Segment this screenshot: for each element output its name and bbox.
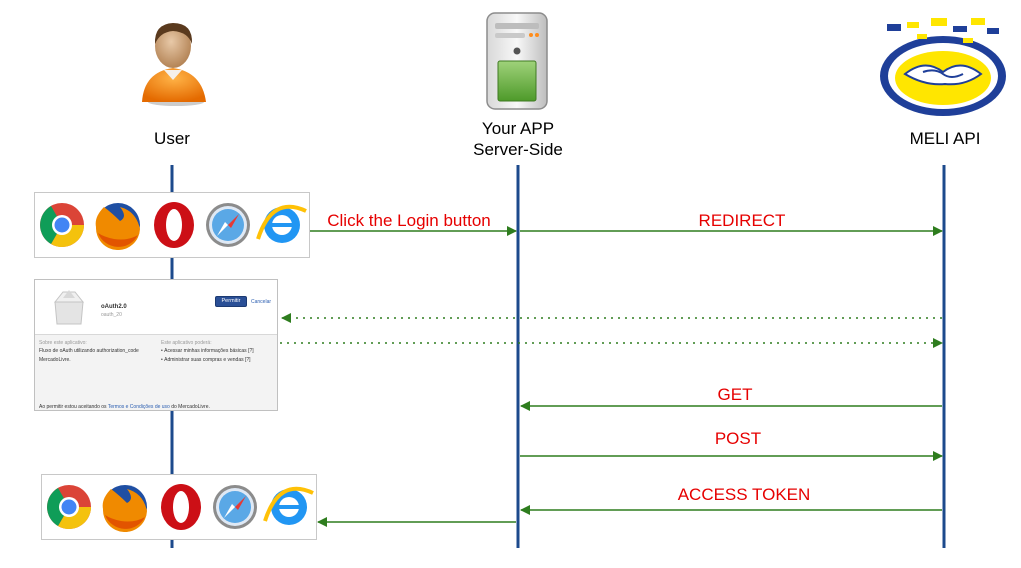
ie-icon	[263, 486, 314, 525]
browsers-row-top	[38, 200, 308, 250]
opera-icon	[161, 484, 201, 530]
about-heading: Sobre este aplicativo:	[39, 340, 87, 346]
app-actor-label: Your APP Server-Side	[448, 118, 588, 160]
server-icon	[484, 11, 550, 111]
chrome-icon	[40, 203, 84, 247]
terms-link[interactable]: Termos e Condições de uso	[108, 404, 170, 410]
allow-button-label: Permitir	[221, 298, 241, 304]
about-text-1: Fluxo de oAuth utilizando authorization_…	[39, 348, 139, 354]
user-actor-label: User	[154, 129, 190, 148]
app-name: oAuth2.0	[101, 304, 127, 310]
post-label: POST	[714, 429, 762, 448]
click-login-label: Click the Login button	[327, 211, 491, 230]
browsers-row-bottom	[45, 482, 315, 532]
mercadolibre-logo-icon	[875, 12, 1011, 122]
permissions-heading: Este aplicativo poderá:	[161, 340, 212, 346]
app-actor-label-line2: Server-Side	[473, 140, 563, 159]
permission-item-1: • Acessar minhas informações básicas [?]	[161, 348, 254, 354]
get-label: GET	[717, 385, 753, 404]
terms-prefix: Ao permitir estou aceitando os	[39, 404, 107, 410]
terms-footer: Ao permitir estou aceitando os Termos e …	[39, 404, 210, 410]
opera-icon	[154, 202, 194, 248]
api-actor-label: MELI API	[909, 129, 981, 148]
redirect-label: REDIRECT	[698, 211, 786, 230]
access-token-label: ACCESS TOKEN	[677, 485, 811, 504]
ie-icon	[256, 204, 307, 243]
authorization-dialog: oAuth2.0 oauth_20 Permitir Cancelar Sobr…	[34, 279, 278, 411]
permission-item-2: • Administrar suas compras e vendas [?]	[161, 357, 251, 363]
app-subtitle: oauth_20	[101, 312, 122, 318]
safari-icon	[206, 203, 250, 247]
firefox-icon	[102, 485, 147, 532]
terms-suffix: do MercadoLivre.	[171, 404, 210, 410]
chrome-icon	[47, 485, 91, 529]
allow-button[interactable]: Permitir	[215, 296, 247, 307]
user-avatar-icon	[136, 14, 210, 106]
browser-icons-top	[40, 202, 307, 250]
app-actor-label-line1: Your APP	[481, 119, 555, 138]
browser-icons-bottom	[47, 484, 314, 532]
firefox-icon	[95, 203, 140, 250]
cancel-link[interactable]: Cancelar	[251, 299, 271, 305]
about-text-2: MercadoLivre.	[39, 357, 71, 363]
app-box-icon	[49, 288, 89, 326]
safari-icon	[213, 485, 257, 529]
